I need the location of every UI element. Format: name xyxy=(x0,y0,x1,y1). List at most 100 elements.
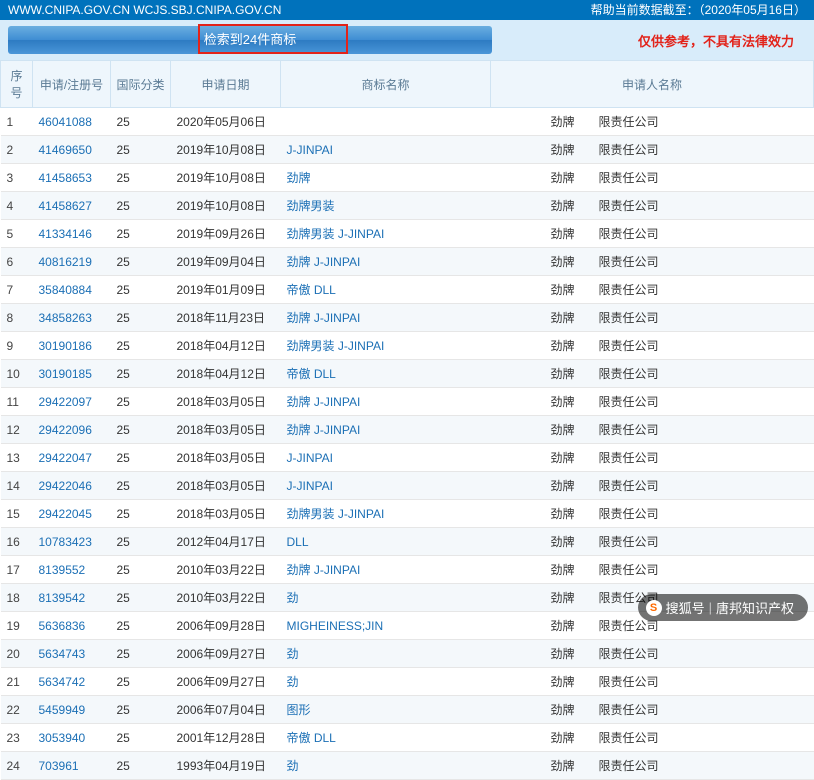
tmname-link: 劲牌 J-JINPAI xyxy=(287,311,361,325)
cell-appno[interactable]: 3053940 xyxy=(33,724,111,752)
table-row[interactable]: 233053940252001年12月28日帝傲 DLL劲牌限责任公司 xyxy=(1,724,814,752)
cell-appno[interactable]: 30190186 xyxy=(33,332,111,360)
cell-appno[interactable]: 5634742 xyxy=(33,668,111,696)
table-row[interactable]: 178139552252010年03月22日劲牌 J-JINPAI劲牌限责任公司 xyxy=(1,556,814,584)
table-row[interactable]: 1529422045252018年03月05日劲牌男装 J-JINPAI劲牌限责… xyxy=(1,500,814,528)
cell-index: 23 xyxy=(1,724,33,752)
cell-date: 2019年09月26日 xyxy=(171,220,281,248)
cell-appno[interactable]: 29422045 xyxy=(33,500,111,528)
cell-index: 9 xyxy=(1,332,33,360)
cell-tmname[interactable]: 劲 xyxy=(281,752,491,780)
cell-tmname[interactable]: J-JINPAI xyxy=(281,136,491,164)
cell-tmname[interactable]: 劲 xyxy=(281,584,491,612)
cell-appno[interactable]: 35840884 xyxy=(33,276,111,304)
cell-appno[interactable]: 40816219 xyxy=(33,248,111,276)
cell-tmname[interactable]: MIGHEINESS;JIN xyxy=(281,612,491,640)
cell-tmname[interactable]: 劲牌 J-JINPAI xyxy=(281,304,491,332)
cell-tmname[interactable]: 劲牌 J-JINPAI xyxy=(281,416,491,444)
cell-tmname[interactable]: 帝傲 DLL xyxy=(281,276,491,304)
cell-tmname[interactable] xyxy=(281,108,491,136)
cell-date: 2010年03月22日 xyxy=(171,556,281,584)
tmname-link: MIGHEINESS;JIN xyxy=(287,619,384,633)
cell-appno[interactable]: 29422096 xyxy=(33,416,111,444)
table-row[interactable]: 1229422096252018年03月05日劲牌 J-JINPAI劲牌限责任公… xyxy=(1,416,814,444)
appno-link: 8139552 xyxy=(39,563,86,577)
table-row[interactable]: 205634743252006年09月27日劲劲牌限责任公司 xyxy=(1,640,814,668)
cell-date: 2018年04月12日 xyxy=(171,332,281,360)
table-row[interactable]: 1429422046252018年03月05日J-JINPAI劲牌限责任公司 xyxy=(1,472,814,500)
cell-tmname[interactable]: 帝傲 DLL xyxy=(281,724,491,752)
cell-appno[interactable]: 703961 xyxy=(33,752,111,780)
cell-tmname[interactable]: 劲牌 xyxy=(281,164,491,192)
cell-tmname[interactable]: 劲牌男装 xyxy=(281,192,491,220)
cell-tmname[interactable]: 劲牌 J-JINPAI xyxy=(281,248,491,276)
cell-tmname[interactable]: 帝傲 DLL xyxy=(281,360,491,388)
cell-index: 12 xyxy=(1,416,33,444)
cell-tmname[interactable]: 劲 xyxy=(281,668,491,696)
tmname-link: 劲牌男装 J-JINPAI xyxy=(287,507,385,521)
cell-appno[interactable]: 41458653 xyxy=(33,164,111,192)
table-row[interactable]: 215634742252006年09月27日劲劲牌限责任公司 xyxy=(1,668,814,696)
site-domain: WWW.CNIPA.GOV.CN WCJS.SBJ.CNIPA.GOV.CN xyxy=(8,0,281,20)
cell-appno[interactable]: 41334146 xyxy=(33,220,111,248)
table-row[interactable]: 24703961251993年04月19日劲劲牌限责任公司 xyxy=(1,752,814,780)
appno-link: 41458627 xyxy=(39,199,92,213)
cell-appno[interactable]: 41458627 xyxy=(33,192,111,220)
cell-appno[interactable]: 34858263 xyxy=(33,304,111,332)
table-row[interactable]: 834858263252018年11月23日劲牌 J-JINPAI劲牌限责任公司 xyxy=(1,304,814,332)
cell-tmname[interactable]: 劲牌 J-JINPAI xyxy=(281,556,491,584)
cell-index: 7 xyxy=(1,276,33,304)
table-row[interactable]: 441458627252019年10月08日劲牌男装劲牌限责任公司 xyxy=(1,192,814,220)
cell-date: 2019年10月08日 xyxy=(171,192,281,220)
cell-index: 5 xyxy=(1,220,33,248)
cell-appno[interactable]: 5459949 xyxy=(33,696,111,724)
cell-tmname[interactable]: 劲牌男装 J-JINPAI xyxy=(281,220,491,248)
appno-link: 40816219 xyxy=(39,255,92,269)
cell-index: 11 xyxy=(1,388,33,416)
cell-appno[interactable]: 30190185 xyxy=(33,360,111,388)
cell-tmname[interactable]: DLL xyxy=(281,528,491,556)
table-row[interactable]: 1129422097252018年03月05日劲牌 J-JINPAI劲牌限责任公… xyxy=(1,388,814,416)
cell-tmname[interactable]: 劲牌男装 J-JINPAI xyxy=(281,500,491,528)
cell-date: 2006年09月28日 xyxy=(171,612,281,640)
table-row[interactable]: 541334146252019年09月26日劲牌男装 J-JINPAI劲牌限责任… xyxy=(1,220,814,248)
cell-appno[interactable]: 46041088 xyxy=(33,108,111,136)
cell-class: 25 xyxy=(111,500,171,528)
table-row[interactable]: 640816219252019年09月04日劲牌 J-JINPAI劲牌限责任公司 xyxy=(1,248,814,276)
help-link[interactable]: 帮助 xyxy=(591,0,615,20)
cell-class: 25 xyxy=(111,444,171,472)
cell-tmname[interactable]: J-JINPAI xyxy=(281,444,491,472)
table-row[interactable]: 341458653252019年10月08日劲牌劲牌限责任公司 xyxy=(1,164,814,192)
cell-appno[interactable]: 41469650 xyxy=(33,136,111,164)
table-row[interactable]: 735840884252019年01月09日帝傲 DLL劲牌限责任公司 xyxy=(1,276,814,304)
watermark: S 搜狐号 | 唐邦知识产权 xyxy=(638,594,808,621)
cell-tmname[interactable]: 劲牌男装 J-JINPAI xyxy=(281,332,491,360)
cell-appno[interactable]: 10783423 xyxy=(33,528,111,556)
cell-appno[interactable]: 29422047 xyxy=(33,444,111,472)
cell-tmname[interactable]: 图形 xyxy=(281,696,491,724)
cell-tmname[interactable]: 劲 xyxy=(281,640,491,668)
cell-applicant: 劲牌限责任公司 xyxy=(491,248,814,276)
table-row[interactable]: 225459949252006年07月04日图形劲牌限责任公司 xyxy=(1,696,814,724)
cell-date: 2001年12月28日 xyxy=(171,724,281,752)
cell-appno[interactable]: 8139542 xyxy=(33,584,111,612)
cell-class: 25 xyxy=(111,640,171,668)
cell-date: 2019年10月08日 xyxy=(171,136,281,164)
table-row[interactable]: 930190186252018年04月12日劲牌男装 J-JINPAI劲牌限责任… xyxy=(1,332,814,360)
cell-class: 25 xyxy=(111,556,171,584)
cell-appno[interactable]: 8139552 xyxy=(33,556,111,584)
cell-appno[interactable]: 5636836 xyxy=(33,612,111,640)
cell-appno[interactable]: 5634743 xyxy=(33,640,111,668)
cell-appno[interactable]: 29422046 xyxy=(33,472,111,500)
table-row[interactable]: 1329422047252018年03月05日J-JINPAI劲牌限责任公司 xyxy=(1,444,814,472)
col-header-date: 申请日期 xyxy=(171,61,281,108)
cell-index: 3 xyxy=(1,164,33,192)
table-row[interactable]: 146041088252020年05月06日劲牌限责任公司 xyxy=(1,108,814,136)
cell-appno[interactable]: 29422097 xyxy=(33,388,111,416)
table-row[interactable]: 241469650252019年10月08日J-JINPAI劲牌限责任公司 xyxy=(1,136,814,164)
cell-tmname[interactable]: J-JINPAI xyxy=(281,472,491,500)
tmname-link: J-JINPAI xyxy=(287,451,333,465)
table-row[interactable]: 1610783423252012年04月17日DLL劲牌限责任公司 xyxy=(1,528,814,556)
table-row[interactable]: 1030190185252018年04月12日帝傲 DLL劲牌限责任公司 xyxy=(1,360,814,388)
cell-tmname[interactable]: 劲牌 J-JINPAI xyxy=(281,388,491,416)
